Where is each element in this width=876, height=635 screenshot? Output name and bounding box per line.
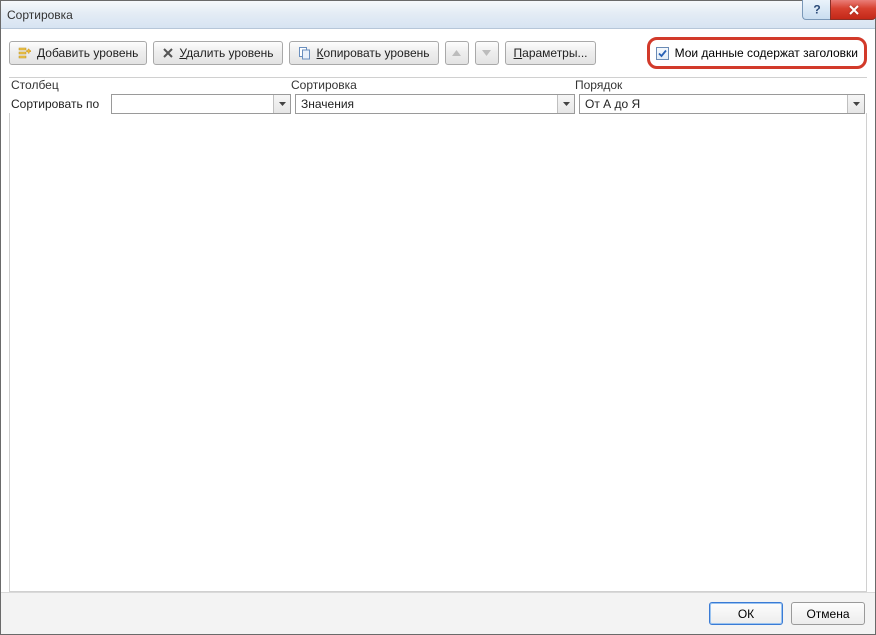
help-icon: ? (812, 5, 822, 15)
headers-checkbox[interactable] (656, 47, 669, 60)
window-buttons: ? (802, 0, 876, 20)
close-button[interactable] (830, 0, 876, 20)
chevron-down-icon (563, 102, 570, 106)
dialog-footer: ОК Отмена (1, 592, 875, 634)
order-combo-value: От А до Я (580, 97, 847, 111)
dialog-body: Добавить уровень Удалить уровень Копиров… (1, 29, 875, 592)
move-up-button[interactable] (445, 41, 469, 65)
headers-highlight: Мои данные содержат заголовки (647, 37, 867, 69)
copy-icon (298, 46, 312, 60)
delete-icon (162, 47, 174, 59)
order-combo[interactable]: От А до Я (579, 94, 865, 114)
column-header-column: Столбец (11, 78, 291, 92)
chevron-down-icon (279, 102, 286, 106)
svg-text:?: ? (813, 5, 820, 15)
grid-header: Столбец Сортировка Порядок (9, 78, 867, 92)
dropdown-arrow (557, 95, 574, 113)
column-header-sorton: Сортировка (291, 78, 575, 92)
dropdown-arrow (847, 95, 864, 113)
sort-dialog: Сортировка ? Добавить уровень (0, 0, 876, 635)
toolbar: Добавить уровень Удалить уровень Копиров… (9, 37, 867, 69)
levels-list-area (9, 113, 867, 592)
check-icon (657, 48, 668, 59)
sort-level-row: Сортировать по Значения От А до Я (9, 92, 867, 114)
move-down-button[interactable] (475, 41, 499, 65)
ok-button[interactable]: ОК (709, 602, 783, 625)
dialog-title: Сортировка (7, 8, 869, 22)
triangle-down-icon (482, 50, 491, 56)
row-label: Сортировать по (11, 97, 107, 111)
column-combo[interactable] (111, 94, 291, 114)
headers-checkbox-label: Мои данные содержат заголовки (675, 46, 858, 60)
dropdown-arrow (273, 95, 290, 113)
sorton-combo[interactable]: Значения (295, 94, 575, 114)
help-button[interactable]: ? (802, 0, 830, 20)
add-level-button[interactable]: Добавить уровень (9, 41, 147, 65)
add-level-icon (18, 46, 32, 60)
close-icon (848, 5, 860, 15)
options-button[interactable]: Параметры... (505, 41, 597, 65)
column-header-order: Порядок (575, 78, 865, 92)
sorton-combo-value: Значения (296, 97, 557, 111)
sort-grid: Столбец Сортировка Порядок Сортировать п… (9, 77, 867, 114)
cancel-button[interactable]: Отмена (791, 602, 865, 625)
triangle-up-icon (452, 50, 461, 56)
copy-level-button[interactable]: Копировать уровень (289, 41, 439, 65)
titlebar: Сортировка ? (1, 1, 875, 29)
delete-level-button[interactable]: Удалить уровень (153, 41, 282, 65)
chevron-down-icon (853, 102, 860, 106)
